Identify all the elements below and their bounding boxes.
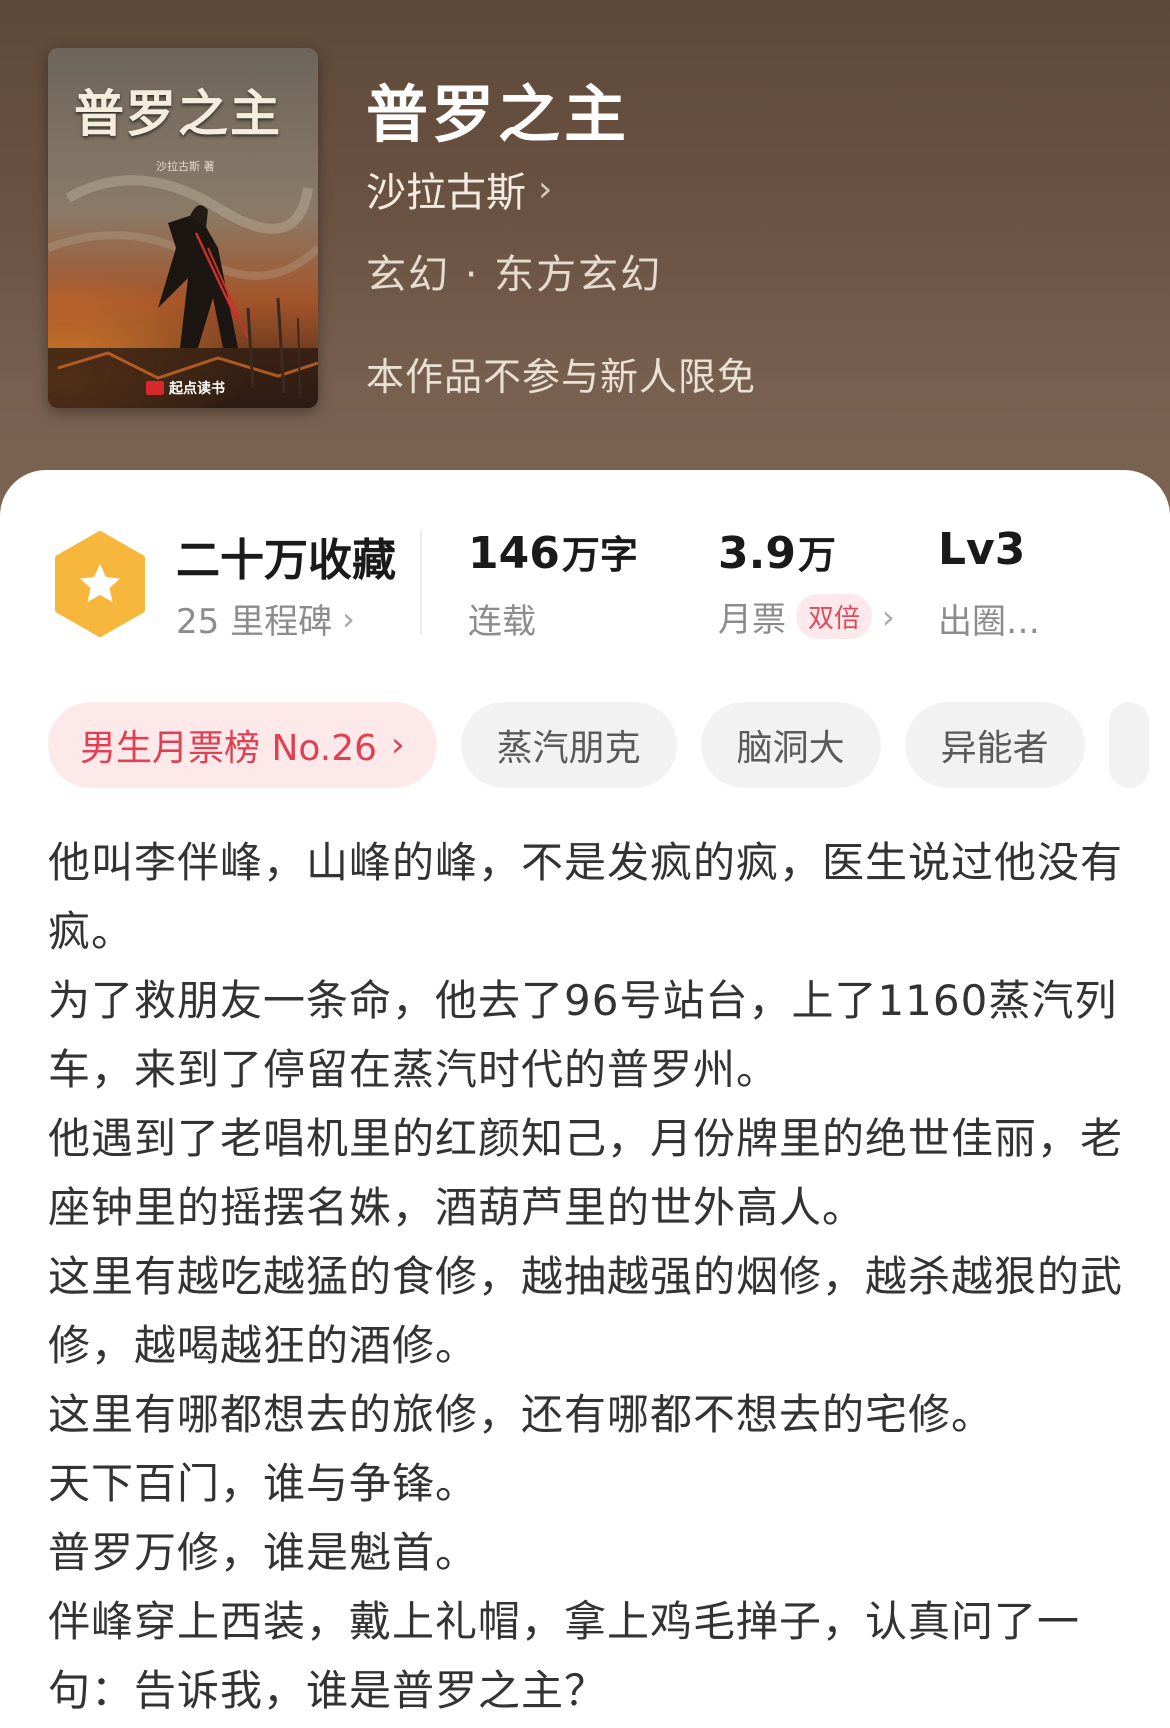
cover-publisher: 起点读书 bbox=[146, 378, 225, 398]
tag-steampunk[interactable]: 蒸汽朋克 bbox=[460, 702, 677, 788]
author-link[interactable]: 沙拉古斯 › bbox=[366, 160, 552, 218]
monthly-ticket-unit: 万 bbox=[797, 533, 836, 577]
book-synopsis: 他叫李伴峰，山峰的峰，不是发疯的疯，医生说过他没有疯。 为了救朋友一条命，他去了… bbox=[48, 828, 1128, 1725]
word-count-value: 146 bbox=[468, 528, 560, 579]
serial-status-label: 连载 bbox=[468, 602, 536, 642]
monthly-ticket-count: 3.9万 bbox=[718, 524, 836, 579]
synopsis-paragraph: 这里有哪都想去的旅修，还有哪都不想去的宅修。 bbox=[48, 1390, 995, 1439]
word-count-unit: 万字 bbox=[561, 533, 638, 577]
monthly-ticket-label: 月票 bbox=[718, 600, 786, 640]
book-cover[interactable]: 普罗之主 沙拉古斯 著 起点读书 bbox=[48, 48, 318, 408]
synopsis-paragraph: 这里有越吃越猛的食修，越抽越强的烟修，越杀越狠的武修，越喝越狂的酒修。 bbox=[48, 1252, 1124, 1370]
monthly-ticket-link[interactable]: 月票 双倍 › bbox=[718, 592, 895, 641]
level-label[interactable]: 出圈… bbox=[938, 594, 1040, 643]
synopsis-paragraph: 为了救朋友一条命，他去了96号站台，上了1160蒸汽列车，来到了停留在蒸汽时代的… bbox=[48, 976, 1118, 1094]
publisher-name: 起点读书 bbox=[169, 381, 225, 397]
synopsis-paragraph: 普罗万修，谁是魁首。 bbox=[48, 1528, 479, 1577]
chevron-right-icon: › bbox=[342, 599, 355, 638]
chevron-right-icon: › bbox=[882, 597, 895, 636]
level-label-text: 出圈… bbox=[938, 602, 1040, 642]
book-genre: 玄幻 · 东方玄幻 bbox=[366, 252, 663, 298]
tag-esper[interactable]: 异能者 bbox=[904, 702, 1085, 788]
synopsis-paragraph: 他叫李伴峰，山峰的峰，不是发疯的疯，医生说过他没有疯。 bbox=[48, 838, 1124, 956]
author-name: 沙拉古斯 bbox=[366, 170, 526, 216]
star-hexagon-icon bbox=[55, 531, 145, 637]
synopsis-paragraph: 他遇到了老唱机里的红颜知己，月份牌里的绝世佳丽，老座钟里的摇摆名姝，酒葫芦里的世… bbox=[48, 1114, 1124, 1232]
word-count: 146万字 bbox=[468, 524, 638, 579]
stats-divider bbox=[420, 530, 422, 634]
tag-list: 男生月票榜 No.26 › 蒸汽朋克 脑洞大 异能者 bbox=[48, 702, 1170, 788]
rank-tag[interactable]: 男生月票榜 No.26 › bbox=[48, 702, 437, 788]
rank-tag-label: 男生月票榜 No.26 bbox=[80, 728, 378, 769]
book-header: 普罗之主 沙拉古斯 著 起点读书 普罗之主 沙拉古斯 › 玄幻 · 东方玄幻 本… bbox=[0, 0, 1170, 520]
chevron-right-icon: › bbox=[538, 168, 553, 210]
chevron-right-icon: › bbox=[391, 725, 405, 765]
monthly-ticket-value: 3.9 bbox=[718, 528, 796, 579]
level-value: Lv3 bbox=[938, 524, 1026, 575]
publisher-logo-icon bbox=[146, 381, 164, 395]
book-info-card: 二十万收藏 25 里程碑 › 146万字 连载 3.9万 月票 双倍 › Lv3… bbox=[0, 470, 1170, 1728]
book-detail-page: 普罗之主 沙拉古斯 著 起点读书 普罗之主 沙拉古斯 › 玄幻 · 东方玄幻 本… bbox=[0, 0, 1170, 1728]
favorites-count: 二十万收藏 bbox=[176, 535, 396, 586]
tag-brain-hole[interactable]: 脑洞大 bbox=[700, 702, 881, 788]
cover-title: 普罗之主 bbox=[74, 85, 282, 143]
book-title: 普罗之主 bbox=[366, 78, 631, 151]
synopsis-paragraph: 伴峰穿上西装，戴上礼帽，拿上鸡毛掸子，认真问了一句：告诉我，谁是普罗之主？ bbox=[48, 1597, 1081, 1715]
milestone-label: 25 里程碑 bbox=[176, 602, 333, 642]
milestone-link[interactable]: 25 里程碑 › bbox=[176, 594, 355, 643]
double-ticket-badge: 双倍 bbox=[796, 594, 873, 639]
synopsis-paragraph: 天下百门，谁与争锋。 bbox=[48, 1459, 479, 1508]
cover-author: 沙拉古斯 著 bbox=[156, 160, 215, 173]
promo-notice: 本作品不参与新人限免 bbox=[366, 355, 757, 399]
tag-overflow[interactable] bbox=[1108, 702, 1149, 788]
serial-status: 连载 bbox=[468, 594, 536, 643]
